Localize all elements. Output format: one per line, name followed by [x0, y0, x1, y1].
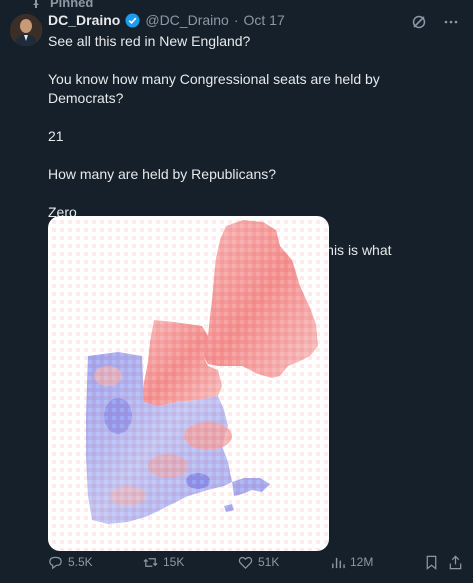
share-button[interactable] [448, 555, 463, 570]
separator-dot: · [233, 12, 239, 28]
new-england-map-image [48, 216, 329, 551]
heart-icon [238, 556, 253, 569]
reply-icon [49, 556, 62, 569]
retweet-icon [143, 557, 158, 567]
reply-button[interactable]: 5.5K [48, 555, 93, 570]
tweet-header-actions [411, 14, 459, 30]
author-name[interactable]: DC_Draino [48, 12, 120, 28]
share-icon [449, 555, 462, 569]
retweet-count: 15K [163, 555, 185, 569]
tweet-media-map[interactable] [48, 216, 329, 551]
grok-icon[interactable] [411, 14, 427, 30]
tweet-line: How many are held by Republicans? [48, 166, 277, 182]
more-options-icon[interactable] [443, 14, 459, 30]
bookmark-icon [426, 555, 437, 570]
pinned-indicator: Pinned [30, 0, 93, 10]
author-handle[interactable]: @DC_Draino [145, 12, 228, 28]
like-count: 51K [258, 555, 280, 569]
tweet-line: 21 [48, 128, 64, 144]
like-button[interactable]: 51K [238, 555, 279, 570]
bookmark-button[interactable] [424, 555, 439, 570]
views-count: 12M [350, 555, 374, 569]
pin-icon [33, 0, 39, 8]
reply-count: 5.5K [68, 555, 93, 569]
pinned-label: Pinned [50, 0, 94, 10]
tweet-line: See all this red in New England? [48, 33, 251, 49]
tweet-header: DC_Draino @DC_Draino · Oct 17 [48, 12, 285, 28]
views-bar-chart-icon [332, 557, 345, 568]
retweet-button[interactable]: 15K [143, 555, 184, 570]
verified-badge-icon [125, 12, 140, 28]
tweet-date[interactable]: Oct 17 [244, 12, 285, 28]
avatar[interactable] [10, 14, 42, 46]
tweet-line: You know how many Congressional seats ar… [48, 71, 380, 106]
avatar-photo [10, 14, 42, 46]
views-button[interactable]: 12M [330, 555, 373, 570]
